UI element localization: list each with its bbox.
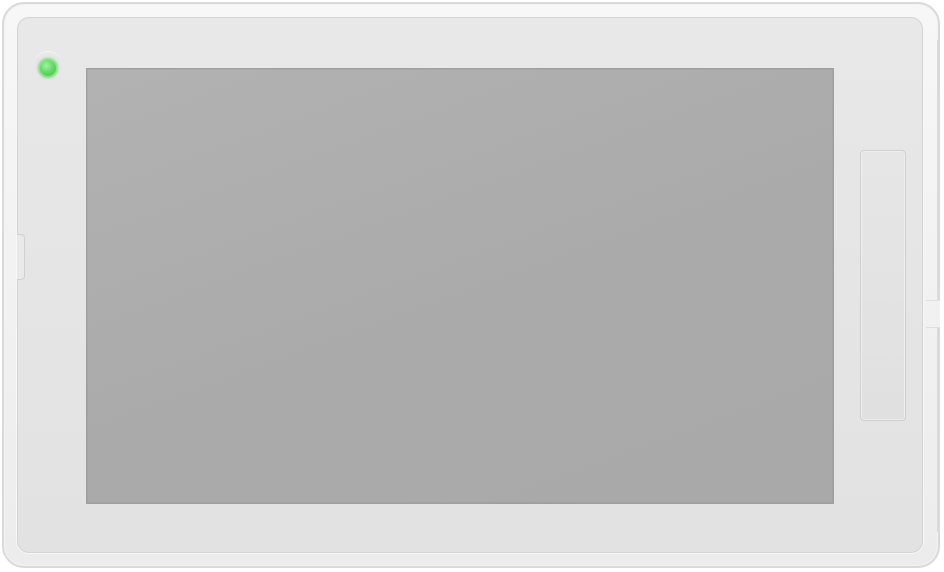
left-side-button[interactable] [17, 234, 25, 280]
status-led-icon [38, 58, 58, 78]
display-screen[interactable] [86, 68, 834, 504]
side-touch-strip[interactable] [860, 150, 906, 421]
right-side-port [926, 300, 940, 328]
device-right-edge [926, 40, 938, 532]
